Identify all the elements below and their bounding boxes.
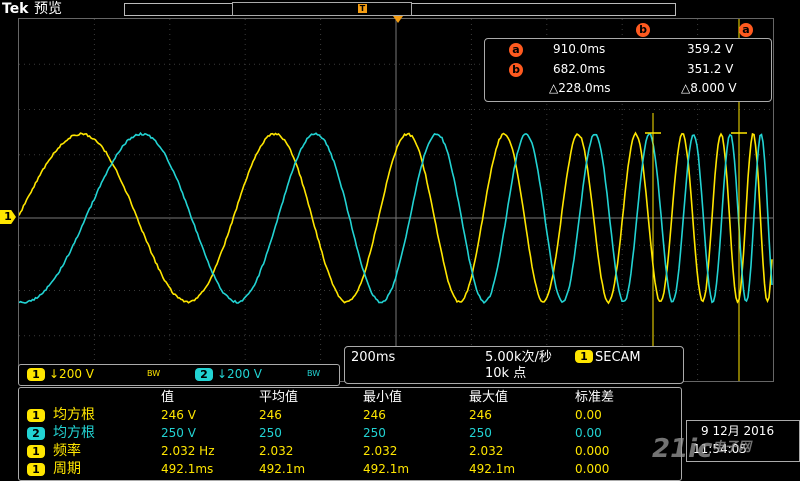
ch1-badge[interactable]: 1 <box>27 368 45 381</box>
meas-cell: 250 <box>259 425 282 442</box>
trigger-mode: SECAM <box>595 349 641 366</box>
trigger-position-icon[interactable]: T <box>358 4 367 13</box>
ch2-bw-limit-icon: BW <box>307 369 320 378</box>
ch1-ground-marker[interactable]: 1 <box>0 210 16 224</box>
meas-cell: 2.032 <box>259 443 293 460</box>
meas-cell: 0.000 <box>575 461 609 478</box>
meas-channel-badge: 1 <box>27 463 45 476</box>
record-length: 10k 点 <box>485 365 526 382</box>
col-header-max: 最大值 <box>469 389 508 406</box>
meas-cell: 2.032 <box>469 443 503 460</box>
meas-cell: 0.000 <box>575 443 609 460</box>
ch2-badge[interactable]: 2 <box>195 368 213 381</box>
horizontal-settings-panel[interactable]: 200ms 5.00k次/秒 1 SECAM 10k 点 <box>344 346 684 384</box>
meas-type-label[interactable]: 周期 <box>53 461 81 478</box>
meas-cell: 246 <box>259 407 282 424</box>
cursor-b-badge: b <box>509 63 523 77</box>
meas-cell: 250 <box>363 425 386 442</box>
cursor-b-header-badge[interactable]: b <box>636 23 650 37</box>
meas-cell: 492.1ms <box>161 461 213 478</box>
trigger-source-badge: 1 <box>575 350 593 363</box>
time-per-div: 200ms <box>351 349 395 366</box>
col-header-value: 值 <box>161 389 174 406</box>
measurement-table: 值 平均值 最小值 最大值 标准差 1 均方根 246 V 246 246 246 0.00… <box>18 387 682 481</box>
col-header-mean: 平均值 <box>259 389 298 406</box>
meas-cell: 2.032 Hz <box>161 443 215 460</box>
trigger-position-marker[interactable] <box>393 16 403 23</box>
col-header-stddev: 标准差 <box>575 389 614 406</box>
meas-cell: 246 V <box>161 407 196 424</box>
meas-type-label[interactable]: 均方根 <box>53 407 95 424</box>
meas-cell: 250 <box>469 425 492 442</box>
record-view-window[interactable] <box>232 2 412 16</box>
acquisition-mode: 预览 <box>34 0 62 18</box>
meas-type-label[interactable]: 频率 <box>53 443 81 460</box>
meas-cell: 246 <box>363 407 386 424</box>
cursor-a-time: 910.0ms <box>553 42 605 56</box>
meas-channel-badge: 2 <box>27 427 45 440</box>
ch1-bw-limit-icon: BW <box>147 369 160 378</box>
ch2-scale[interactable]: ↓200 V <box>217 366 262 383</box>
meas-channel-badge: 1 <box>27 445 45 458</box>
cursor-b-voltage: 351.2 V <box>687 62 733 76</box>
channel-status-bar[interactable]: 1 ↓200 V BW 2 ↓200 V BW <box>18 364 340 386</box>
brand-logo: Tek <box>2 0 29 18</box>
cursor-readout-panel: a 910.0ms 359.2 V b 682.0ms 351.2 V △228… <box>484 38 772 102</box>
meas-cell: 492.1m <box>259 461 305 478</box>
cursor-delta-voltage: △8.000 V <box>681 81 737 95</box>
cursor-a-voltage: 359.2 V <box>687 42 733 56</box>
meas-cell: 492.1m <box>469 461 515 478</box>
meas-cell: 250 V <box>161 425 196 442</box>
meas-cell: 492.1m <box>363 461 409 478</box>
meas-cell: 0.00 <box>575 425 602 442</box>
cursor-b-time: 682.0ms <box>553 62 605 76</box>
meas-cell: 246 <box>469 407 492 424</box>
meas-cell: 2.032 <box>363 443 397 460</box>
sample-rate: 5.00k次/秒 <box>485 349 552 366</box>
cursor-a-badge: a <box>509 43 523 57</box>
meas-channel-badge: 1 <box>27 409 45 422</box>
meas-type-label[interactable]: 均方根 <box>53 425 95 442</box>
watermark-logo: 21ic <box>652 434 713 464</box>
cursor-a-header-badge[interactable]: a <box>739 23 753 37</box>
col-header-min: 最小值 <box>363 389 402 406</box>
watermark-subtext: 电子网 <box>712 436 751 455</box>
cursor-delta-time: △228.0ms <box>549 81 611 95</box>
ch1-scale[interactable]: ↓200 V <box>49 366 94 383</box>
meas-cell: 0.00 <box>575 407 602 424</box>
